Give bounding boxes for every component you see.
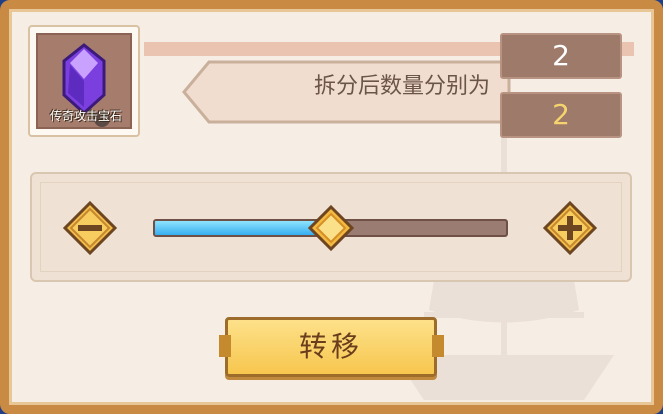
diamond-thumb-icon [307,204,354,252]
slider-thumb[interactable] [307,204,354,252]
decrease-button[interactable] [62,200,118,256]
split-count-a: 2 [500,33,622,79]
item-name: 传奇攻击宝石 [49,109,122,123]
transfer-button[interactable]: 转移 [225,317,437,377]
plus-icon [542,200,598,256]
split-count-b: 2 [500,92,622,138]
item-card[interactable]: 传奇攻击宝石 [28,25,140,137]
minus-icon [62,200,118,256]
button-tab-right [432,335,444,357]
slider-fill [155,221,333,235]
increase-button[interactable] [542,200,598,256]
split-label: 拆分后数量分别为 [313,74,490,99]
button-tab-left [219,335,231,357]
